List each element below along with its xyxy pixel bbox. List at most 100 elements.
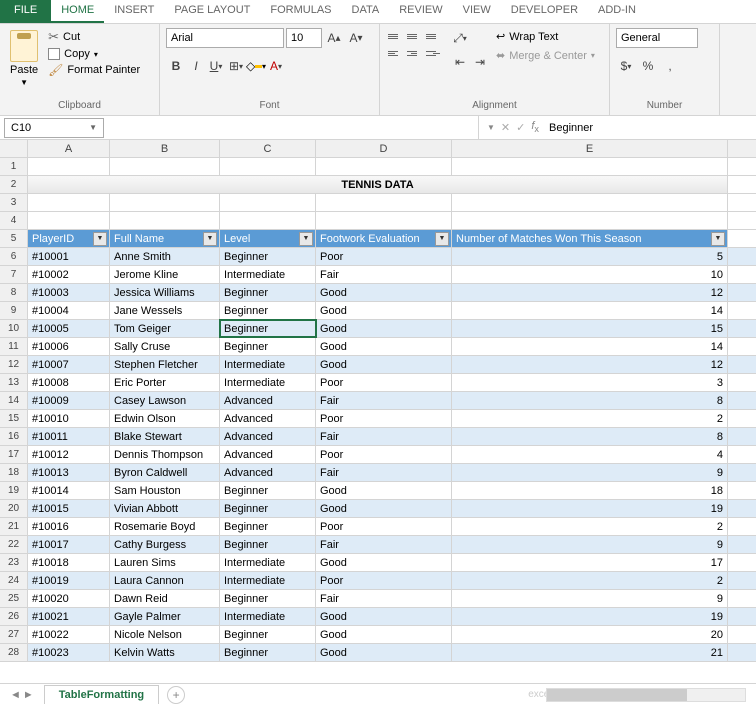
cell-level[interactable]: Beginner xyxy=(220,482,316,499)
row-header[interactable]: 14 xyxy=(0,392,28,409)
merge-center-button[interactable]: ⬌ Merge & Center ▾ xyxy=(494,47,597,64)
cell-wins[interactable]: 15 xyxy=(452,320,728,337)
cell-footwork[interactable]: Good xyxy=(316,626,452,643)
sheet-nav-next[interactable]: ► xyxy=(23,689,34,701)
cell-playerid[interactable]: #10020 xyxy=(28,590,110,607)
accounting-format-button[interactable]: $▾ xyxy=(616,56,636,76)
font-name-select[interactable] xyxy=(166,28,284,48)
cell-wins[interactable]: 19 xyxy=(452,500,728,517)
cell-footwork[interactable]: Good xyxy=(316,356,452,373)
cell-level[interactable]: Beginner xyxy=(220,590,316,607)
border-button[interactable]: ⊞▾ xyxy=(226,56,246,76)
cell-fullname[interactable]: Edwin Olson xyxy=(110,410,220,427)
cell-wins[interactable]: 5 xyxy=(452,248,728,265)
decrease-indent-button[interactable]: ⇤ xyxy=(450,52,470,72)
cell-fullname[interactable]: Casey Lawson xyxy=(110,392,220,409)
cell-footwork[interactable]: Fair xyxy=(316,536,452,553)
row-header[interactable]: 12 xyxy=(0,356,28,373)
tab-data[interactable]: DATA xyxy=(342,0,390,23)
cell-level[interactable]: Intermediate xyxy=(220,608,316,625)
underline-button[interactable]: U▾ xyxy=(206,56,226,76)
row-header[interactable]: 19 xyxy=(0,482,28,499)
cell-footwork[interactable]: Poor xyxy=(316,572,452,589)
new-sheet-button[interactable]: + xyxy=(167,686,185,704)
cell-level[interactable]: Beginner xyxy=(220,302,316,319)
filter-dropdown-icon[interactable]: ▼ xyxy=(711,232,725,246)
cell-wins[interactable]: 19 xyxy=(452,608,728,625)
tab-formulas[interactable]: FORMULAS xyxy=(260,0,341,23)
chevron-down-icon[interactable]: ▼ xyxy=(487,123,495,132)
cell-level[interactable]: Intermediate xyxy=(220,554,316,571)
bold-button[interactable]: B xyxy=(166,56,186,76)
percent-button[interactable]: % xyxy=(638,56,658,76)
row-header[interactable]: 11 xyxy=(0,338,28,355)
font-color-button[interactable]: A▾ xyxy=(266,56,286,76)
cell[interactable] xyxy=(220,158,316,175)
cell-fullname[interactable]: Sally Cruse xyxy=(110,338,220,355)
cell-fullname[interactable]: Lauren Sims xyxy=(110,554,220,571)
cell[interactable] xyxy=(316,194,452,211)
cell[interactable] xyxy=(452,158,728,175)
tab-review[interactable]: REVIEW xyxy=(389,0,452,23)
cell-wins[interactable]: 9 xyxy=(452,590,728,607)
cell-playerid[interactable]: #10003 xyxy=(28,284,110,301)
cancel-formula-icon[interactable]: ✕ xyxy=(501,121,510,134)
comma-button[interactable]: , xyxy=(660,56,680,76)
cell-level[interactable]: Beginner xyxy=(220,518,316,535)
col-header-b[interactable]: B xyxy=(110,140,220,157)
cell[interactable] xyxy=(110,158,220,175)
cell-playerid[interactable]: #10005 xyxy=(28,320,110,337)
sheet-tab-tableformatting[interactable]: TableFormatting xyxy=(44,685,159,704)
cell-fullname[interactable]: Blake Stewart xyxy=(110,428,220,445)
row-header[interactable]: 15 xyxy=(0,410,28,427)
decrease-font-button[interactable]: A▾ xyxy=(346,28,366,48)
cell-fullname[interactable]: Jessica Williams xyxy=(110,284,220,301)
cell-wins[interactable]: 12 xyxy=(452,284,728,301)
row-header[interactable]: 10 xyxy=(0,320,28,337)
format-painter-button[interactable]: 🖌 Format Painter xyxy=(46,62,142,78)
filter-dropdown-icon[interactable]: ▼ xyxy=(299,232,313,246)
cell[interactable] xyxy=(28,194,110,211)
fill-color-button[interactable]: ◇▾ xyxy=(246,56,266,76)
cell-fullname[interactable]: Rosemarie Boyd xyxy=(110,518,220,535)
orientation-button[interactable]: ⤢▾ xyxy=(450,28,470,48)
cell-wins[interactable]: 12 xyxy=(452,356,728,373)
cell-playerid[interactable]: #10009 xyxy=(28,392,110,409)
row-header[interactable]: 18 xyxy=(0,464,28,481)
cell-level[interactable]: Advanced xyxy=(220,392,316,409)
wrap-text-button[interactable]: ↩ Wrap Text xyxy=(494,28,597,45)
cell-fullname[interactable]: Cathy Burgess xyxy=(110,536,220,553)
horizontal-scrollbar[interactable] xyxy=(546,688,746,702)
select-all-corner[interactable] xyxy=(0,140,28,157)
cell-playerid[interactable]: #10008 xyxy=(28,374,110,391)
cell-footwork[interactable]: Good xyxy=(316,608,452,625)
title-cell[interactable]: TENNIS DATA xyxy=(28,176,728,193)
cell-playerid[interactable]: #10021 xyxy=(28,608,110,625)
cell-wins[interactable]: 20 xyxy=(452,626,728,643)
increase-font-button[interactable]: A▴ xyxy=(324,28,344,48)
filter-dropdown-icon[interactable]: ▼ xyxy=(203,232,217,246)
align-middle-button[interactable] xyxy=(405,28,423,44)
align-right-button[interactable] xyxy=(424,45,442,61)
paste-button[interactable]: Paste ▼ xyxy=(6,28,42,98)
cell-level[interactable]: Beginner xyxy=(220,536,316,553)
cell-playerid[interactable]: #10010 xyxy=(28,410,110,427)
cell-footwork[interactable]: Poor xyxy=(316,518,452,535)
italic-button[interactable]: I xyxy=(186,56,206,76)
cell-wins[interactable]: 8 xyxy=(452,392,728,409)
cell-footwork[interactable]: Poor xyxy=(316,410,452,427)
cell-playerid[interactable]: #10017 xyxy=(28,536,110,553)
cell-level[interactable]: Intermediate xyxy=(220,266,316,283)
row-header[interactable]: 7 xyxy=(0,266,28,283)
cell-wins[interactable]: 21 xyxy=(452,644,728,661)
cell-playerid[interactable]: #10012 xyxy=(28,446,110,463)
row-header[interactable]: 27 xyxy=(0,626,28,643)
cell-wins[interactable]: 2 xyxy=(452,518,728,535)
row-header[interactable]: 22 xyxy=(0,536,28,553)
cell-footwork[interactable]: Fair xyxy=(316,392,452,409)
cell-level[interactable]: Beginner xyxy=(220,626,316,643)
cell-playerid[interactable]: #10014 xyxy=(28,482,110,499)
cell-playerid[interactable]: #10022 xyxy=(28,626,110,643)
cell[interactable] xyxy=(110,212,220,229)
row-header[interactable]: 8 xyxy=(0,284,28,301)
